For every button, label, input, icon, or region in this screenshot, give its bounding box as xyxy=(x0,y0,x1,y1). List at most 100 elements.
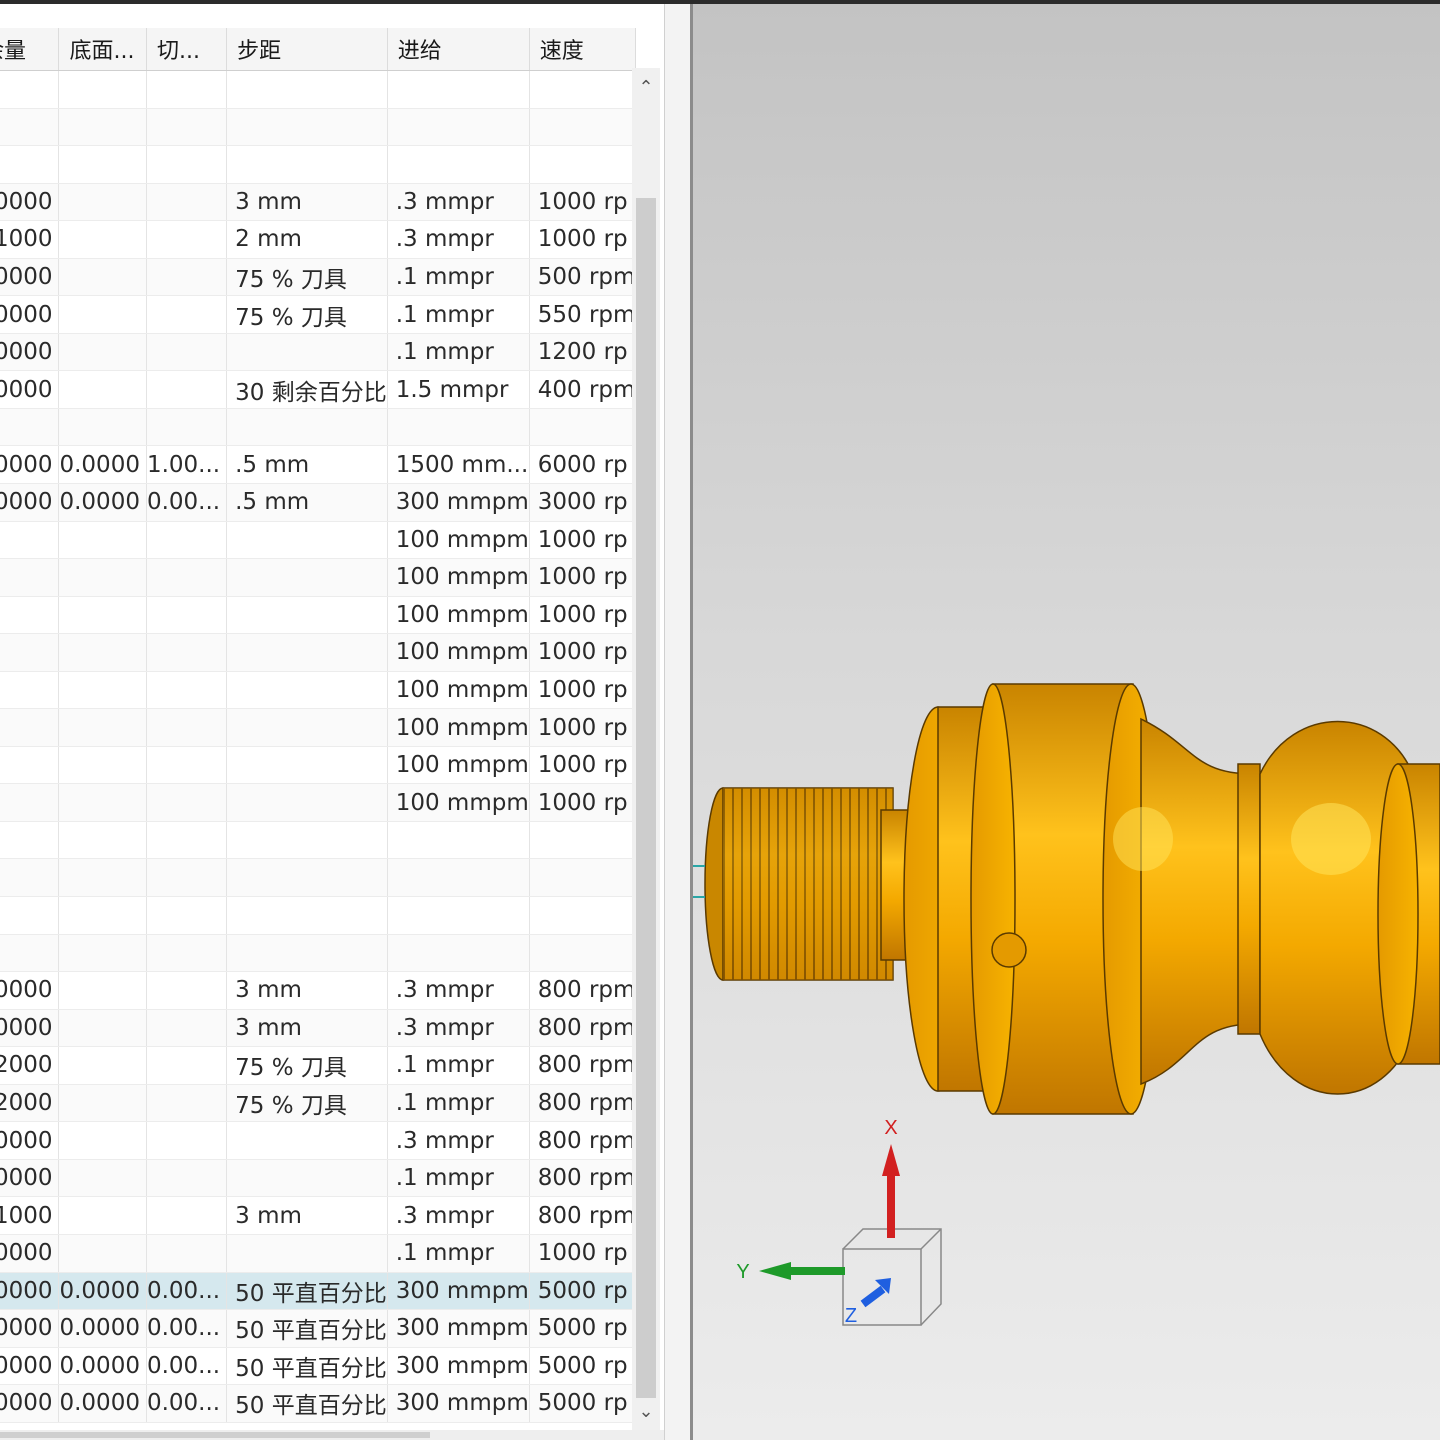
table-cell: .1 mmpr xyxy=(387,1046,530,1085)
table-row[interactable]: 0.1000 2 mm.3 mmpr1000 rp xyxy=(0,220,637,259)
table-row[interactable]: 0.0000 .1 mmpr1000 rp xyxy=(0,1234,637,1273)
table-cell xyxy=(226,746,388,785)
table-cell: 1000 rp xyxy=(529,708,637,747)
table-cell: 100 mmpm xyxy=(387,633,530,672)
table-row[interactable] xyxy=(0,70,637,109)
table-cell: .3 mmpr xyxy=(387,1196,530,1235)
table-cell xyxy=(0,783,60,822)
table-cell xyxy=(146,1084,228,1123)
table-row[interactable]: 100 mmpm 1000 rp xyxy=(0,746,637,785)
horizontal-scrollbar-thumb[interactable] xyxy=(0,1432,430,1438)
column-header-2[interactable]: 切... xyxy=(146,28,228,71)
table-cell xyxy=(146,258,228,297)
column-header-5[interactable]: 速度 xyxy=(529,28,637,71)
table-row[interactable]: 100 mmpm 1000 rp xyxy=(0,596,637,635)
table-cell: 0.0000 xyxy=(58,1347,147,1386)
table-row[interactable]: 0.0000 .3 mmpr800 rpm xyxy=(0,1121,637,1160)
table-cell xyxy=(0,858,60,898)
column-header-0[interactable]: 余量 xyxy=(0,28,60,71)
table-row[interactable]: 0.00000.00000.00...50 平直百分比300 mmpm5000 … xyxy=(0,1272,637,1311)
table-row[interactable]: 0.0000 30 剩余百分比1.5 mmpr400 rpm xyxy=(0,370,637,409)
table-cell: 5000 rp xyxy=(529,1272,637,1311)
table-cell: 1.00... xyxy=(146,445,228,485)
table-row[interactable]: 0.0000 75 % 刀具.1 mmpr550 rpm xyxy=(0,295,637,334)
z-axis-arrow-icon: Z xyxy=(845,1278,891,1327)
table-row[interactable]: 0.0000 .1 mmpr800 rpm xyxy=(0,1159,637,1198)
table-cell xyxy=(0,408,60,447)
operation-navigator-table: 余量底面...切...步距进给速度 0.00003 mm.3 mmpr1000 … xyxy=(0,4,664,1440)
table-cell: .3 mmpr xyxy=(387,220,530,259)
table-cell: 1000 rp xyxy=(529,183,637,222)
table-row[interactable] xyxy=(0,896,637,935)
table-cell xyxy=(146,896,228,935)
table-cell xyxy=(387,408,530,447)
table-cell xyxy=(226,633,388,672)
table-row[interactable]: 0.2000 75 % 刀具.1 mmpr800 rpm xyxy=(0,1084,637,1123)
table-row[interactable]: 0.0000 .1 mmpr1200 rp xyxy=(0,333,637,372)
scroll-up-arrow-icon[interactable]: ⌃ xyxy=(632,74,660,102)
scroll-down-arrow-icon[interactable]: ⌄ xyxy=(632,1398,660,1426)
pane-splitter[interactable] xyxy=(664,4,691,1440)
table-cell: 300 mmpm xyxy=(387,1309,530,1348)
table-cell: 0.0000 xyxy=(0,971,60,1010)
table-cell xyxy=(387,145,530,184)
table-row[interactable] xyxy=(0,408,637,447)
table-row[interactable]: 0.2000 75 % 刀具.1 mmpr800 rpm xyxy=(0,1046,637,1085)
table-row[interactable]: 100 mmpm 1000 rp xyxy=(0,671,637,710)
table-cell: 0.00... xyxy=(146,1309,228,1348)
table-cell xyxy=(529,108,637,147)
table-cell xyxy=(226,1234,388,1273)
table-row[interactable]: 0.0000 3 mm.3 mmpr1000 rp xyxy=(0,183,637,222)
table-cell xyxy=(226,708,388,747)
table-cell xyxy=(529,145,637,184)
table-cell: 100 mmpm xyxy=(387,596,530,635)
table-cell xyxy=(58,70,147,109)
table-row[interactable]: 100 mmpm 1000 rp xyxy=(0,521,637,560)
radial-hole xyxy=(991,932,1027,968)
vertical-scrollbar[interactable]: ⌃ ⌄ xyxy=(632,68,660,1440)
table-row[interactable] xyxy=(0,858,637,898)
horizontal-scrollbar[interactable] xyxy=(0,1430,664,1440)
table-row[interactable]: 0.0000 3 mm.3 mmpr800 rpm xyxy=(0,971,637,1010)
table-row[interactable]: 0.00000.00000.00....5 mm300 mmpm3000 rp xyxy=(0,483,637,522)
table-row[interactable]: 0.0000 3 mm.3 mmpr800 rpm xyxy=(0,1009,637,1048)
table-row[interactable]: 100 mmpm 1000 rp xyxy=(0,708,637,747)
table-cell: 0.00... xyxy=(146,483,228,522)
table-cell xyxy=(0,746,60,785)
table-cell: 800 rpm xyxy=(529,971,637,1010)
table-row[interactable]: 100 mmpm 1000 rp xyxy=(0,558,637,597)
table-row[interactable]: 0.1000 3 mm.3 mmpr800 rpm xyxy=(0,1196,637,1235)
table-row[interactable] xyxy=(0,934,637,973)
table-cell xyxy=(58,258,147,297)
table-cell xyxy=(58,671,147,710)
table-cell: 1000 rp xyxy=(529,596,637,635)
table-cell xyxy=(226,1159,388,1198)
lathe-part-model[interactable] xyxy=(704,683,1440,1115)
table-row[interactable]: 0.00000.00000.00...50 平直百分比300 mmpm5000 … xyxy=(0,1384,637,1423)
table-cell: 100 mmpm xyxy=(387,671,530,710)
table-row[interactable]: 0.00000.00000.00...50 平直百分比300 mmpm5000 … xyxy=(0,1309,637,1348)
table-row[interactable]: 0.00000.00001.00....5 mm1500 mm...6000 r… xyxy=(0,445,637,485)
table-row[interactable] xyxy=(0,108,637,147)
table-cell: 0.0000 xyxy=(0,370,60,409)
table-cell xyxy=(226,671,388,710)
table-row[interactable]: 100 mmpm 1000 rp xyxy=(0,783,637,822)
table-cell xyxy=(0,934,60,973)
table-cell: 50 平直百分比 xyxy=(226,1272,388,1311)
column-header-1[interactable]: 底面... xyxy=(58,28,147,71)
scrollbar-thumb[interactable] xyxy=(636,198,656,1398)
table-cell xyxy=(146,295,228,334)
table-row[interactable] xyxy=(0,821,637,860)
table-row[interactable]: 0.0000 75 % 刀具.1 mmpr500 rpm xyxy=(0,258,637,297)
table-row[interactable]: 100 mmpm 1000 rp xyxy=(0,633,637,672)
column-header-4[interactable]: 进给 xyxy=(387,28,530,71)
table-cell: 800 rpm xyxy=(529,1196,637,1235)
column-header-3[interactable]: 步距 xyxy=(226,28,388,71)
table-row[interactable] xyxy=(0,145,637,184)
table-cell: 75 % 刀具 xyxy=(226,258,388,297)
graphics-viewport[interactable]: X Y Z xyxy=(693,4,1440,1440)
table-cell xyxy=(58,295,147,334)
table-row[interactable]: 0.00000.00000.00...50 平直百分比300 mmpm5000 … xyxy=(0,1347,637,1386)
table-cell xyxy=(58,1046,147,1085)
table-cell xyxy=(58,220,147,259)
